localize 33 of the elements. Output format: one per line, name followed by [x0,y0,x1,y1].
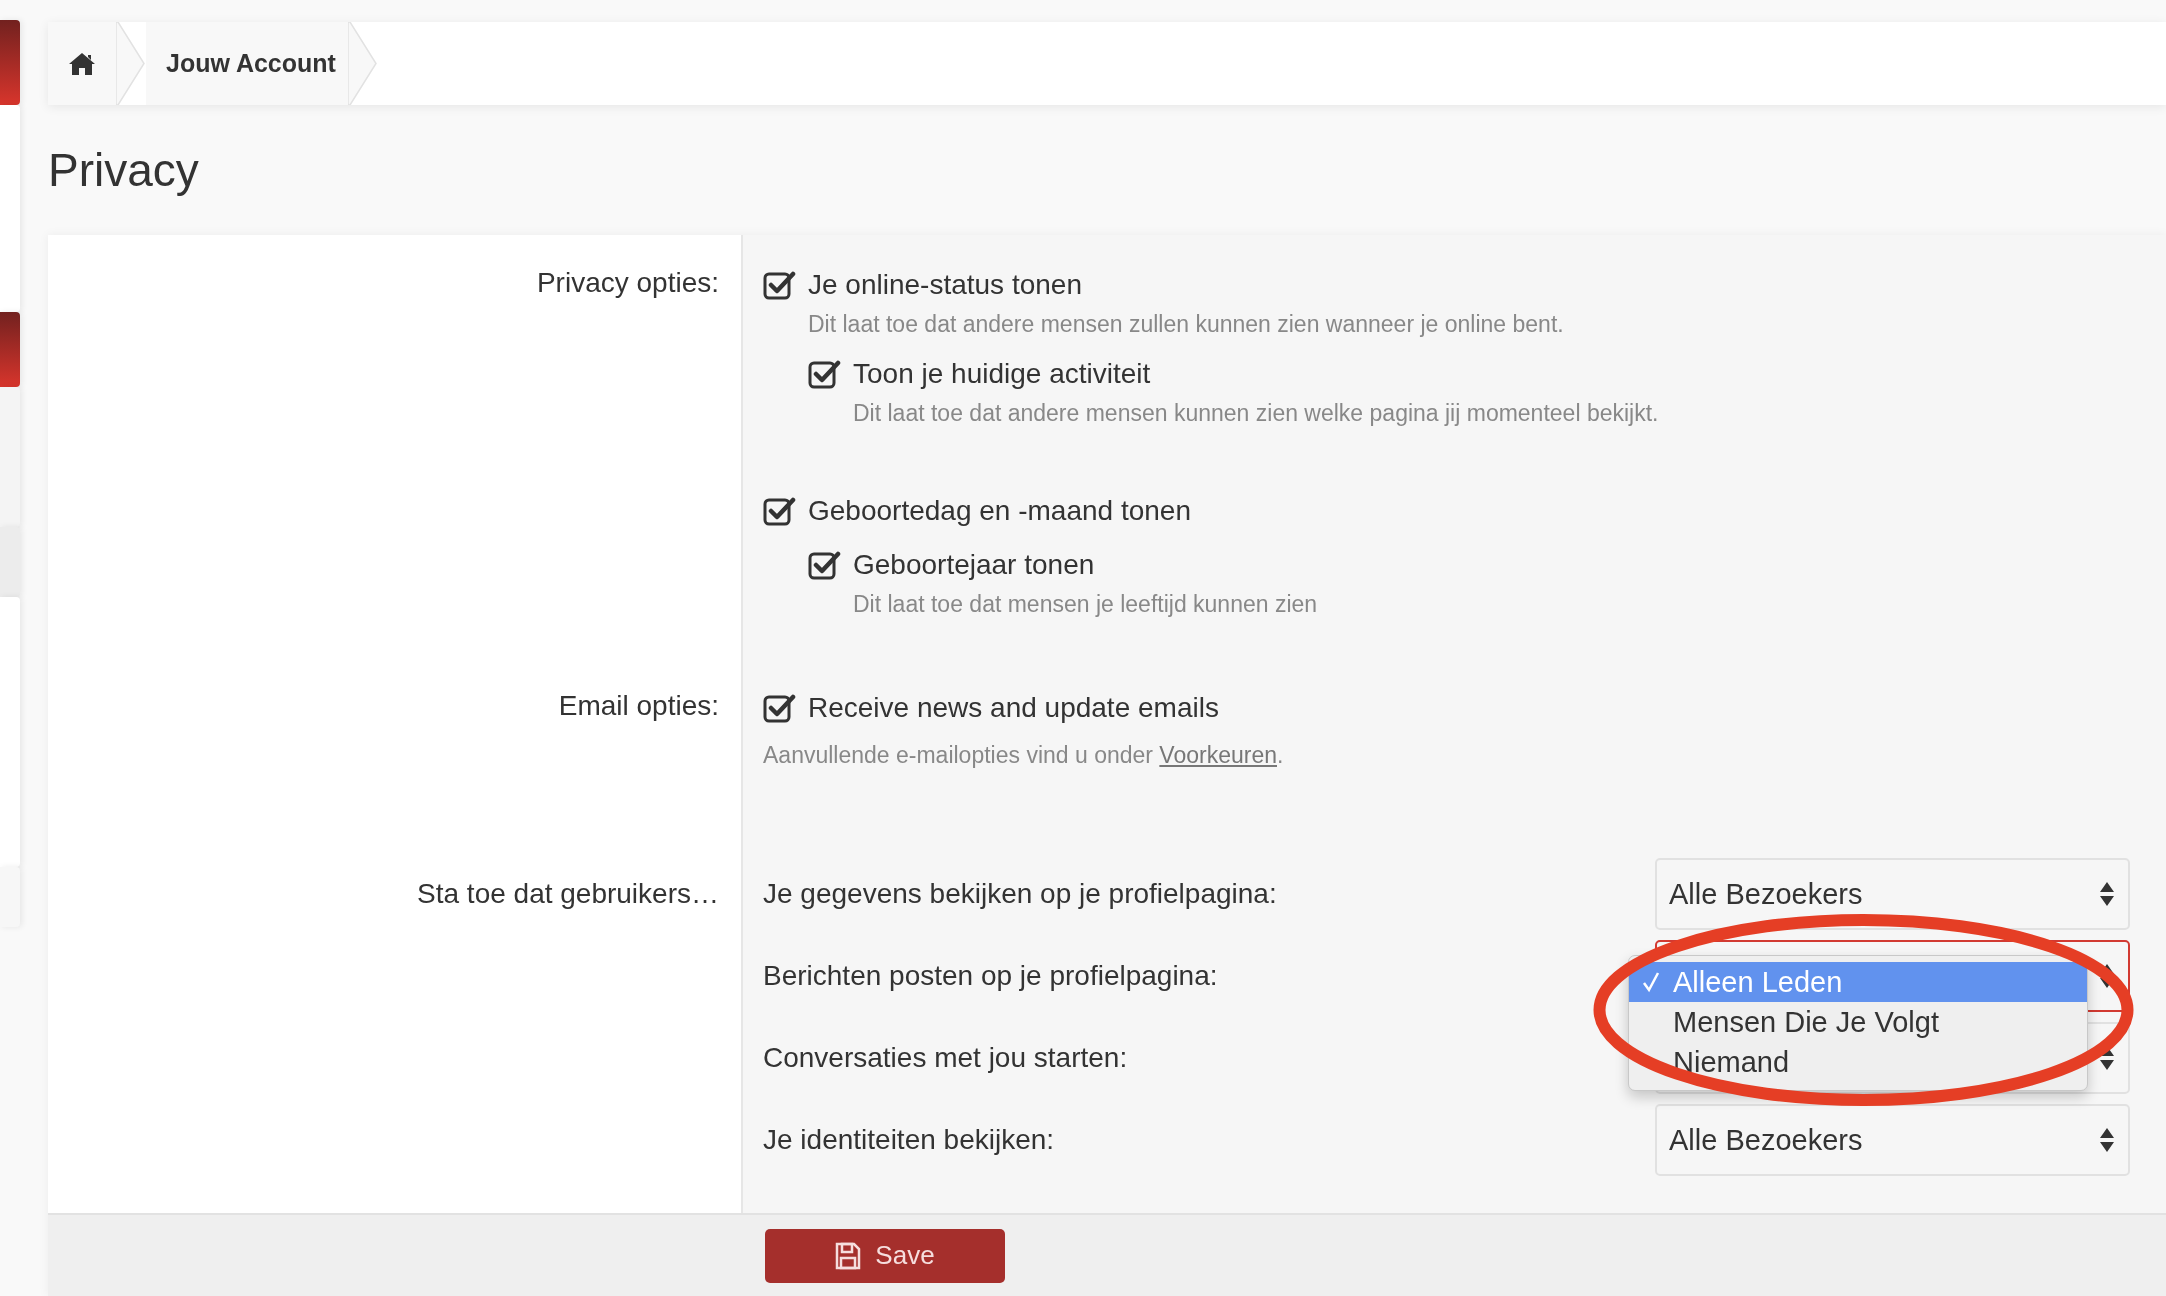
hint-text: Dit laat toe dat mensen je leeftijd kunnen zien [853,591,1319,618]
hint-text: Dit laat toe dat andere mensen kunnen zien welke pagina jij momenteel bekijkt. [853,400,1660,427]
checkbox-label[interactable]: Receive news and update emails [808,692,1219,724]
field-label: Je gegevens bekijken op je profielpagina: [763,878,1277,910]
field-label: Je identiteiten bekijken: [763,1124,1055,1156]
save-button[interactable]: Save [765,1228,1005,1283]
checked-checkbox-icon[interactable] [808,550,841,580]
section-label: Privacy opties: [536,266,719,300]
checked-checkbox-icon[interactable] [763,496,796,526]
menu-option[interactable]: Mensen Die Je Volgt [1629,1002,2087,1042]
select-field[interactable]: Alle Bezoekers [1655,1104,2130,1176]
home-icon[interactable] [68,51,96,76]
section-label: Sta toe dat gebruikers… [417,877,719,911]
checkbox-label[interactable]: Geboortedag en -maand tonen [808,495,1191,527]
field-label: Conversaties met jou starten: [763,1042,1128,1074]
select-field[interactable]: Alle Bezoekers [1655,858,2130,930]
field-label: Berichten posten op je profielpagina: [763,960,1218,992]
menu-option[interactable]: Niemand [1629,1042,2087,1082]
section-label: Email opties: [558,689,719,723]
checkbox-label[interactable]: Geboortejaar tonen [853,549,1095,581]
updown-arrows-icon [2100,882,2114,906]
page-title: Privacy [48,143,200,198]
updown-arrows-icon [2100,1128,2114,1152]
preferences-link[interactable]: Voorkeuren [1159,742,1277,768]
checkmark-icon [1642,971,1660,993]
hint-text: Dit laat toe dat andere mensen zullen kunnen zien wanneer je online bent. [808,311,1565,338]
checked-checkbox-icon[interactable] [763,693,796,723]
checkbox-label[interactable]: Toon je huidige activiteit [853,358,1151,390]
note-text: Aanvullende e-mailopties vind u onder Voorkeuren. [763,742,1285,769]
updown-arrows-icon [2100,964,2114,988]
checked-checkbox-icon[interactable] [763,270,796,300]
checkbox-label[interactable]: Je online-status tonen [808,269,1082,301]
checked-checkbox-icon[interactable] [808,359,841,389]
